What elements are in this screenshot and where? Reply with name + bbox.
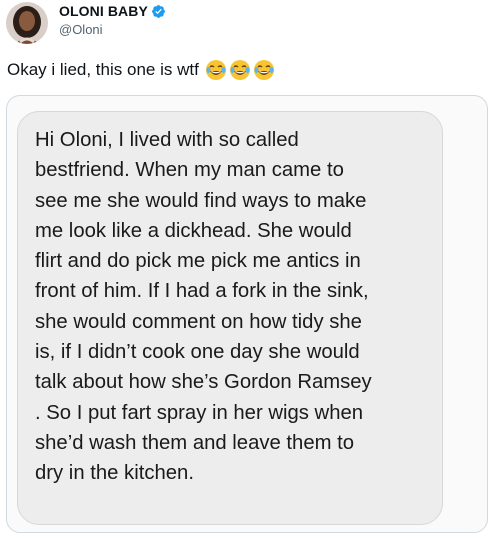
message-line: she’d wash them and leave them to [35, 432, 355, 454]
avatar[interactable] [6, 2, 48, 44]
face-with-tears-of-joy-icon [229, 60, 250, 80]
profile-avatar-icon [6, 2, 48, 44]
display-name[interactable]: OLONI BABY [59, 3, 148, 19]
user-handle[interactable]: @Oloni [59, 22, 166, 37]
message-line: front of him. If I had a fork in the sin… [35, 280, 369, 302]
tweet-text: Okay i lied, this one is wtf [7, 59, 275, 81]
message-line: . So I put fart spray in her wigs when [35, 402, 364, 424]
message-line: see me she would find ways to make [35, 190, 367, 212]
message-line: me look like a dickhead. She would [35, 220, 352, 242]
face-with-tears-of-joy-icon [205, 60, 226, 80]
message-line: Hi Oloni, I lived with so called [35, 129, 299, 151]
message-line: dry in the kitchen. [35, 462, 194, 484]
message-line: is, if I didn’t cook one day she would [35, 341, 360, 363]
tweet-header: OLONI BABY @Oloni [6, 0, 482, 48]
tweet-media[interactable]: Hi Oloni, I lived with so called bestfri… [6, 95, 488, 533]
message-line: she would comment on how tidy she [35, 311, 362, 333]
message-line: talk about how she’s Gordon Ramsey [35, 371, 372, 393]
message-line: bestfriend. When my man came to [35, 159, 344, 181]
tweet-text-content: Okay i lied, this one is wtf [7, 60, 199, 79]
emoji-group [205, 59, 275, 81]
message-line: flirt and do pick me pick me antics in [35, 250, 361, 272]
verified-badge-icon [151, 4, 166, 19]
face-with-tears-of-joy-icon [253, 60, 274, 80]
message-bubble: Hi Oloni, I lived with so called bestfri… [17, 111, 443, 525]
